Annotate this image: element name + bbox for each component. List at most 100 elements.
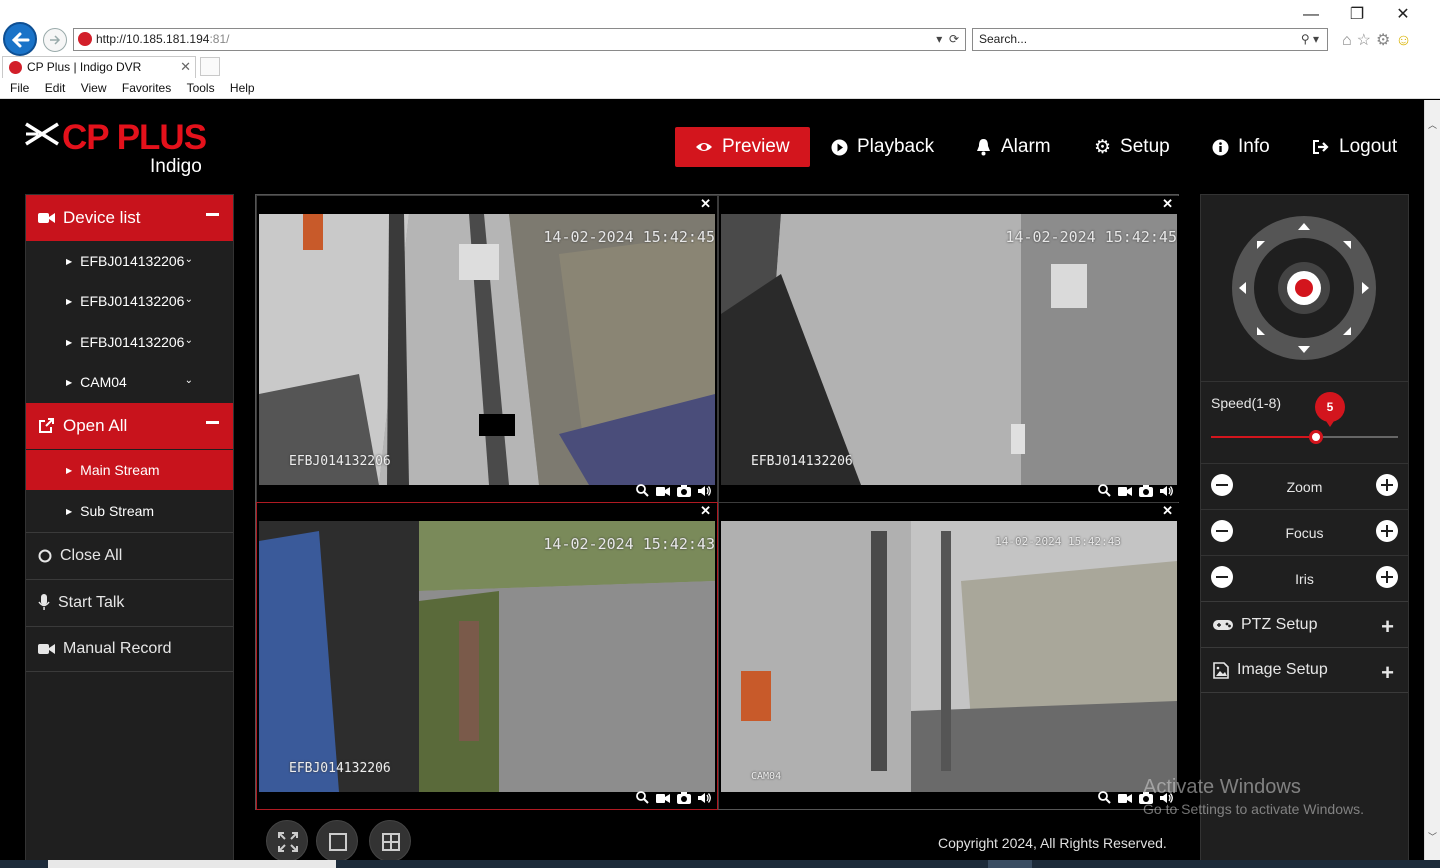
refresh-icon[interactable]: ▾ ⟳ xyxy=(936,29,959,50)
smiley-icon[interactable]: ☺ xyxy=(1395,32,1416,49)
menu-tools[interactable]: Tools xyxy=(177,78,215,95)
fullscreen-button[interactable] xyxy=(266,820,308,862)
device-list-header[interactable]: Device list xyxy=(26,195,233,241)
menu-favorites[interactable]: Favorites xyxy=(112,78,171,95)
info-icon xyxy=(1212,139,1229,155)
quad-view-button[interactable] xyxy=(369,820,411,862)
copyright: Copyright 2024, All Rights Reserved. xyxy=(938,835,1167,851)
tab-close-icon[interactable]: ✕ xyxy=(180,57,191,77)
device-name: EFBJ014132206 xyxy=(80,293,185,309)
close-icon[interactable]: ✕ xyxy=(1162,503,1173,519)
device-item[interactable]: ▶ CAM04 ⌄ xyxy=(26,362,233,402)
cell-controls xyxy=(636,484,711,502)
divider xyxy=(1201,381,1408,382)
main-stream-item[interactable]: ▶ Main Stream xyxy=(26,450,233,490)
snapshot-icon[interactable] xyxy=(1139,484,1153,502)
expand-plus-icon[interactable]: + xyxy=(1381,614,1394,640)
record-icon[interactable] xyxy=(1118,484,1132,502)
nav-logout[interactable]: Logout xyxy=(1312,127,1397,167)
device-item[interactable]: ▶ EFBJ014132206 ⌄ xyxy=(26,241,233,281)
minimize-icon[interactable]: — xyxy=(1288,6,1334,24)
menu-bar: File Edit View Favorites Tools Help xyxy=(0,78,1440,99)
zoom-in-icon[interactable] xyxy=(1098,791,1111,809)
horizontal-scrollbar[interactable] xyxy=(48,860,336,868)
collapse-icon[interactable] xyxy=(206,213,219,216)
taskbar-item[interactable] xyxy=(988,860,1032,868)
record-icon[interactable] xyxy=(656,484,670,502)
snapshot-icon[interactable] xyxy=(677,484,691,502)
zoom-in-icon[interactable] xyxy=(636,791,649,809)
forward-button[interactable] xyxy=(43,28,67,52)
audio-icon[interactable] xyxy=(1160,484,1173,502)
zoom-in-button[interactable] xyxy=(1376,474,1398,496)
start-talk-button[interactable]: Start Talk xyxy=(26,579,233,625)
expand-plus-icon[interactable]: + xyxy=(1381,660,1394,686)
address-bar[interactable]: http://10.185.181.194:81/ ▾ ⟳ xyxy=(73,28,966,51)
gear-icon[interactable]: ⚙ xyxy=(1376,32,1395,49)
device-item[interactable]: ▶ EFBJ014132206 ⌄ xyxy=(26,322,233,362)
speed-slider[interactable]: 5 xyxy=(1211,392,1398,444)
record-icon[interactable] xyxy=(656,791,670,809)
search-input[interactable]: Search... ⚲ ▾ xyxy=(972,28,1328,51)
vertical-scrollbar[interactable]: ︿ ﹀ xyxy=(1424,100,1440,860)
menu-help[interactable]: Help xyxy=(220,78,255,95)
audio-icon[interactable] xyxy=(698,791,711,809)
tab-cp-plus[interactable]: CP Plus | Indigo DVR ✕ xyxy=(2,56,196,78)
menu-view[interactable]: View xyxy=(71,78,107,95)
device-item[interactable]: ▶ EFBJ014132206 ⌄ xyxy=(26,281,233,321)
sub-stream-item[interactable]: ▶ Sub Stream xyxy=(26,491,233,531)
close-icon[interactable]: ✕ xyxy=(700,196,711,212)
video-cell-1[interactable]: ✕ 14-02-2024 15:42:45 EFBJ014132206 xyxy=(257,196,717,502)
audio-icon[interactable] xyxy=(698,484,711,502)
record-icon[interactable] xyxy=(1118,791,1132,809)
expand-icon: ▶ xyxy=(66,337,73,347)
video-cell-4[interactable]: ✕ 14-02-2024 15:42:43 CAM04 xyxy=(719,503,1179,809)
video-cell-3[interactable]: ✕ 14-02-2024 15:42:43 EFBJ014132206 xyxy=(256,502,718,810)
zoom-row: Zoom xyxy=(1201,463,1408,509)
nav-setup[interactable]: ⚙ Setup xyxy=(1094,127,1170,167)
iris-plus-button[interactable] xyxy=(1376,566,1398,588)
image-setup-row[interactable]: Image Setup + xyxy=(1201,647,1408,693)
ptz-setup-row[interactable]: PTZ Setup + xyxy=(1201,601,1408,647)
main-stream-label: Main Stream xyxy=(80,462,160,478)
zoom-in-icon[interactable] xyxy=(636,484,649,502)
speed-slider-thumb[interactable] xyxy=(1309,430,1323,444)
collapse-icon[interactable] xyxy=(206,421,219,424)
open-all-header[interactable]: Open All xyxy=(26,403,233,449)
ptz-setup-label: PTZ Setup xyxy=(1241,615,1318,633)
menu-edit[interactable]: Edit xyxy=(35,78,66,95)
close-icon[interactable]: ✕ xyxy=(1162,196,1173,212)
zoom-in-icon[interactable] xyxy=(1098,484,1111,502)
expand-icon: ▶ xyxy=(66,465,73,475)
star-icon[interactable]: ☆ xyxy=(1357,32,1376,49)
manual-record-button[interactable]: Manual Record xyxy=(26,626,233,672)
nav-preview[interactable]: Preview xyxy=(675,127,810,167)
chevron-down-icon: ⌄ xyxy=(184,375,193,386)
ptz-joystick[interactable] xyxy=(1231,215,1377,361)
menu-file[interactable]: File xyxy=(0,78,29,95)
video-grid: ✕ 14-02-2024 15:42:45 EFBJ014132206 ✕ 14… xyxy=(255,194,1179,810)
scroll-up-icon[interactable]: ︿ xyxy=(1428,118,1437,131)
brand-name: CP PLUS xyxy=(62,118,207,157)
focus-plus-button[interactable] xyxy=(1376,520,1398,542)
nav-playback[interactable]: Playback xyxy=(831,127,934,167)
nav-info[interactable]: Info xyxy=(1212,127,1270,167)
search-icon[interactable]: ⚲ ▾ xyxy=(1301,29,1319,50)
home-icon[interactable]: ⌂ xyxy=(1342,32,1357,49)
snapshot-icon[interactable] xyxy=(677,791,691,809)
single-view-button[interactable] xyxy=(316,820,358,862)
close-icon[interactable]: ✕ xyxy=(700,503,711,519)
speed-value-badge: 5 xyxy=(1315,392,1345,427)
restore-icon[interactable]: ❐ xyxy=(1334,4,1380,24)
activate-windows-subtitle: Go to Settings to activate Windows. xyxy=(1143,801,1364,817)
bell-icon xyxy=(977,139,990,156)
new-tab-button[interactable] xyxy=(200,57,220,76)
back-button[interactable] xyxy=(3,22,37,56)
video-feed: 14-02-2024 15:42:43 CAM04 xyxy=(721,521,1177,792)
close-icon[interactable]: ✕ xyxy=(1380,4,1426,24)
scroll-down-icon[interactable]: ﹀ xyxy=(1428,830,1437,843)
nav-alarm[interactable]: Alarm xyxy=(975,127,1051,167)
video-cell-2[interactable]: ✕ 14-02-2024 15:42:45 EFBJ014132206 xyxy=(719,196,1179,502)
nav-preview-label: Preview xyxy=(722,136,790,157)
close-all-button[interactable]: Close All xyxy=(26,532,233,578)
